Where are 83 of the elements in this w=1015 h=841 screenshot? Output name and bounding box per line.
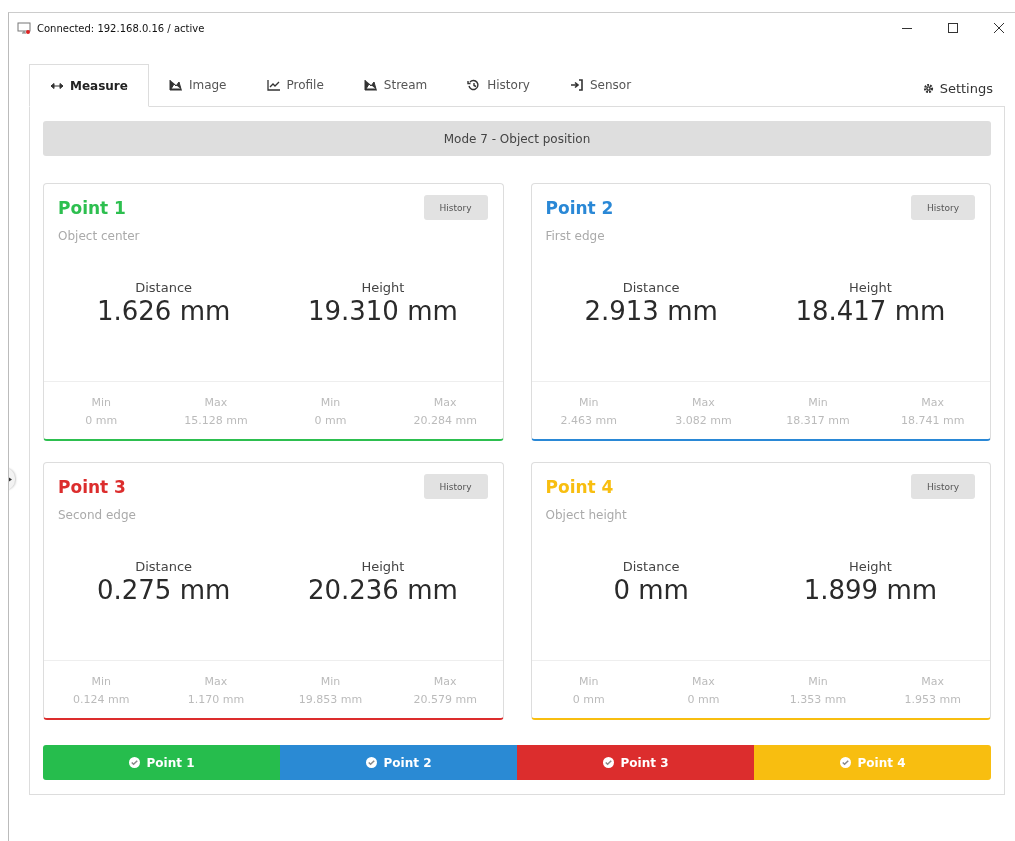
stat-label: Max [692,395,715,411]
stat-label: Min [579,395,599,411]
stat-label: Max [204,674,228,690]
stat-value: 1.353 mm [789,692,847,708]
stat-value: 15.128 mm [184,413,248,429]
tab[interactable]: History [447,64,550,106]
tab[interactable]: Sensor [549,64,652,106]
point-subtitle: Second edge [57,507,137,522]
stat-label: Min [91,674,112,690]
distance-label: Distance [135,280,193,295]
distance-label: Distance [622,280,680,295]
distance-value: 0 mm [613,575,689,605]
area-chart-icon [363,79,378,91]
stat-value: 0.124 mm [73,692,130,708]
stat-value: 18.317 mm [786,413,850,429]
area-chart-icon [168,79,183,91]
stat-label: Min [91,395,112,411]
stat-label: Max [921,674,945,690]
point-title: Point 1 [58,197,126,218]
stat-value: 2.463 mm [560,413,617,429]
stat-value: 1.953 mm [904,692,961,708]
history-button[interactable]: History [911,474,975,499]
tab[interactable]: Profile [246,64,344,106]
stat-label: Min [808,395,828,411]
stat-label: Min [579,674,599,690]
mode-bar: Mode 7 - Object position [43,121,991,156]
stat-value: 1.170 mm [187,692,245,708]
point-title: Point 2 [545,197,614,218]
tab[interactable]: Stream [343,64,448,106]
stat-value: 0 mm [85,413,118,429]
stat-label: Max [433,395,457,411]
stat-value: 18.741 mm [900,413,965,429]
tab[interactable]: Measure [29,64,149,107]
stat-value: 0 mm [687,692,720,708]
stat-value: 20.579 mm [413,692,477,708]
stat-label: Min [320,674,341,690]
height-value: 20.236 mm [307,575,458,605]
check-circle-icon [839,757,851,768]
stat-value: 19.853 mm [298,692,363,708]
stat-label: Min [808,674,828,690]
height-label: Height [361,280,405,295]
monitor-icon [17,21,31,35]
point-subtitle: Object center [57,228,141,243]
point-subtitle: First edge [544,228,606,243]
history-button[interactable]: History [423,474,488,499]
stat-label: Max [433,674,457,690]
history-button[interactable]: History [911,195,975,220]
height-label: Height [361,559,405,574]
stat-value: 20.284 mm [413,413,477,429]
stat-value: 3.082 mm [675,413,732,429]
height-value: 1.899 mm [803,575,938,605]
distance-value: 0.275 mm [96,575,231,605]
stat-value: 0 mm [572,692,605,708]
height-value: 18.417 mm [795,296,946,326]
distance-value: 2.913 mm [584,296,718,326]
point-subtitle: Object height [544,507,628,522]
tab[interactable]: Image [148,64,247,106]
check-circle-icon [602,757,614,768]
distance-label: Distance [135,559,193,574]
check-circle-icon [128,757,140,768]
height-value: 19.310 mm [307,296,458,326]
settings-link[interactable]: Settings [910,81,1005,106]
history-button[interactable]: History [423,195,488,220]
sign-in-icon [569,79,584,91]
stat-label: Max [921,395,945,411]
stat-label: Max [692,674,715,690]
close-icon[interactable] [993,22,1005,34]
point-toggle[interactable]: Point 2 [280,745,517,780]
height-label: Height [848,280,892,295]
height-label: Height [848,559,892,574]
stat-label: Max [204,395,228,411]
stat-label: Min [320,395,341,411]
point-title: Point 4 [545,476,614,497]
point-toggle[interactable]: Point 3 [517,745,754,780]
distance-label: Distance [622,559,680,574]
distance-value: 1.626 mm [96,296,231,326]
line-chart-icon [266,79,281,91]
maximize-icon[interactable] [947,22,959,34]
stat-value: 0 mm [314,413,347,429]
settings-icon [922,83,934,94]
point-title: Point 3 [58,476,126,497]
check-circle-icon [365,757,377,768]
window-title: Connected: 192.168.0.16 / active [37,22,205,34]
